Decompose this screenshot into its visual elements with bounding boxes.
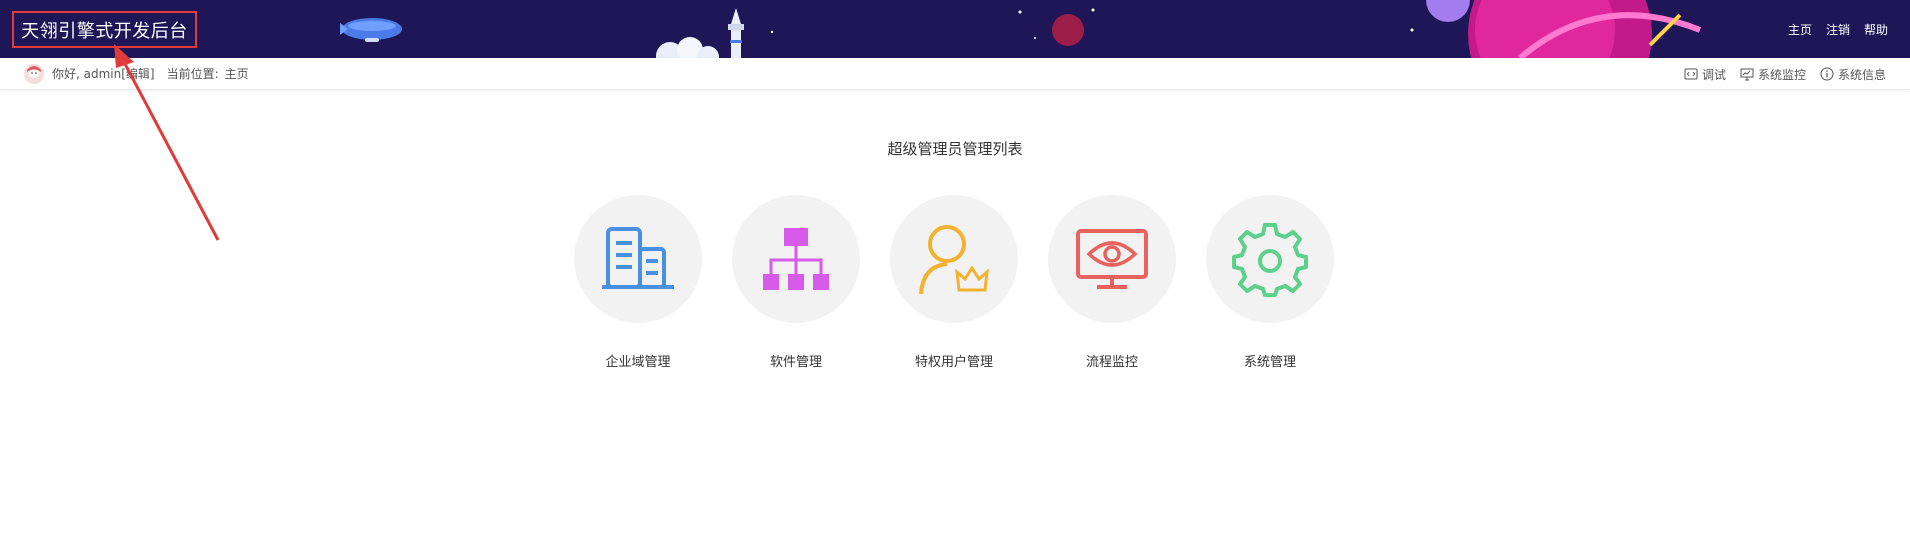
- card-circle: [732, 195, 860, 323]
- nav-home-link[interactable]: 主页: [1788, 21, 1812, 38]
- card-label: 软件管理: [769, 355, 822, 370]
- header-decoration: [340, 0, 1702, 58]
- avatar-face-icon: [24, 63, 44, 84]
- card-enterprise-domain[interactable]: 企业域管理: [573, 195, 703, 375]
- admin-card-grid: 企业域管理 软件管理 特权用户管理 流程监控 系统管理: [573, 195, 1335, 375]
- card-system-management[interactable]: 系统管理: [1205, 195, 1335, 375]
- sub-toolbar: 你好, admin [编辑] 当前位置: 主页 调试 系统监控 系统信息: [0, 58, 1910, 90]
- card-circle: [574, 195, 702, 323]
- building-icon: [602, 227, 674, 289]
- gear-icon: [1232, 223, 1308, 297]
- hierarchy-icon: [763, 228, 829, 290]
- code-icon: [1684, 68, 1698, 80]
- greeting: 你好, admin [编辑]: [52, 65, 155, 82]
- avatar[interactable]: [24, 63, 44, 84]
- toolbar-tools: 调试 系统监控 系统信息: [1684, 58, 1886, 90]
- greeting-text: 你好, admin: [52, 67, 122, 81]
- system-info-label: 系统信息: [1837, 67, 1886, 82]
- card-process-monitor[interactable]: 流程监控: [1047, 195, 1177, 375]
- nav-logout-link[interactable]: 注销: [1826, 21, 1850, 38]
- card-label: 特权用户管理: [914, 355, 993, 370]
- card-label: 系统管理: [1243, 355, 1296, 370]
- card-software-management[interactable]: 软件管理: [731, 195, 861, 375]
- system-monitor-label: 系统监控: [1757, 67, 1806, 82]
- brand-title: 天翎引擎式开发后台: [12, 11, 197, 48]
- card-label: 企业域管理: [605, 355, 671, 370]
- location-label: 当前位置:: [166, 67, 219, 81]
- blimp-icon: [340, 18, 402, 42]
- user-crown-icon: [919, 225, 989, 295]
- breadcrumb: 当前位置: 主页: [167, 65, 249, 82]
- info-icon: [1820, 67, 1834, 81]
- card-privileged-users[interactable]: 特权用户管理: [889, 195, 1019, 375]
- system-monitor-button[interactable]: 系统监控: [1740, 66, 1806, 83]
- top-header: 天翎引擎式开发后台 主页 注销 帮助: [0, 0, 1910, 58]
- card-circle: [1206, 195, 1334, 323]
- clouds-icon: [656, 37, 719, 58]
- tower-icon: [728, 8, 744, 58]
- eye-monitor-icon: [1076, 229, 1148, 289]
- edit-profile-link[interactable]: [编辑]: [121, 65, 154, 82]
- page-title: 超级管理员管理列表: [887, 140, 1023, 158]
- nav-help-link[interactable]: 帮助: [1864, 21, 1888, 38]
- system-info-button[interactable]: 系统信息: [1820, 66, 1886, 83]
- debug-button[interactable]: 调试: [1684, 66, 1726, 83]
- card-label: 流程监控: [1085, 355, 1138, 370]
- card-circle: [890, 195, 1018, 323]
- debug-label: 调试: [1701, 67, 1726, 82]
- location-value: 主页: [224, 67, 249, 81]
- planet-small-icon: [1052, 14, 1084, 46]
- planet-top-icon: [1426, 0, 1470, 22]
- top-nav: 主页 注销 帮助: [1788, 0, 1888, 58]
- card-circle: [1048, 195, 1176, 323]
- monitor-icon: [1740, 68, 1754, 81]
